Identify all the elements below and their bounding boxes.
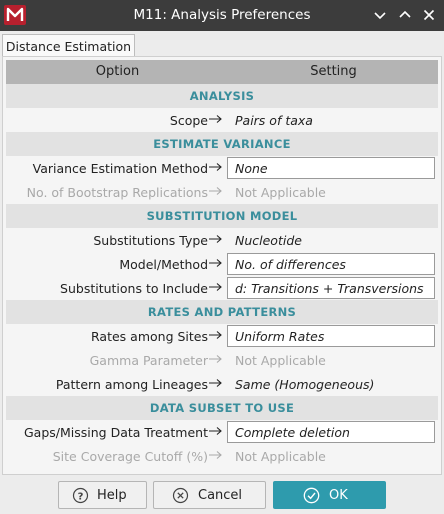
grid-header: Option Setting bbox=[6, 60, 438, 84]
cancel-label: Cancel bbox=[198, 488, 243, 503]
preferences-panel: Option Setting ANALYSIS Scope Pairs of tax… bbox=[2, 56, 442, 475]
option-row[interactable]: Substitutions to Include d: Transitions +… bbox=[6, 276, 438, 300]
arrow-right-icon bbox=[208, 256, 224, 268]
section-title: RATES AND PATTERNS bbox=[147, 305, 297, 319]
help-button[interactable]: ? Help bbox=[58, 481, 147, 509]
option-label: Scope bbox=[169, 113, 208, 128]
option-label: Gamma Parameter bbox=[89, 353, 208, 368]
minimize-button[interactable] bbox=[369, 4, 391, 26]
setting-value: None bbox=[235, 161, 268, 176]
help-icon: ? bbox=[72, 487, 89, 504]
chevron-down-icon bbox=[374, 12, 386, 20]
option-row: No. of Bootstrap Replications Not Applica… bbox=[6, 180, 438, 204]
section-title: ANALYSIS bbox=[189, 89, 255, 103]
setting-value: Nucleotide bbox=[235, 233, 302, 248]
arrow-right-icon bbox=[208, 160, 224, 172]
option-label: Model/Method bbox=[119, 257, 208, 272]
svg-text:?: ? bbox=[78, 492, 84, 503]
option-label: Variance Estimation Method bbox=[32, 161, 208, 176]
cancel-button[interactable]: Cancel bbox=[153, 481, 266, 509]
setting-value: Same (Homogeneous) bbox=[235, 377, 375, 392]
setting-field[interactable]: Complete deletion bbox=[227, 421, 435, 443]
option-label: Substitutions to Include bbox=[60, 281, 208, 296]
section-header: ESTIMATE VARIANCE bbox=[6, 132, 438, 156]
close-button[interactable] bbox=[418, 4, 440, 26]
arrow-right-icon bbox=[208, 424, 224, 436]
option-label: Rates among Sites bbox=[91, 329, 208, 344]
option-label: Substitutions Type bbox=[93, 233, 208, 248]
ok-label: OK bbox=[329, 488, 348, 503]
option-label: Pattern among Lineages bbox=[55, 377, 208, 392]
option-row[interactable]: Variance Estimation Method None bbox=[6, 156, 438, 180]
option-row[interactable]: Pattern among Lineages Same (Homogeneous) bbox=[6, 372, 438, 396]
maximize-button[interactable] bbox=[394, 4, 416, 26]
section-header: DATA SUBSET TO USE bbox=[6, 396, 438, 420]
option-label: Gaps/Missing Data Treatment bbox=[23, 425, 208, 440]
option-row[interactable]: Model/Method No. of differences bbox=[6, 252, 438, 276]
section-header: SUBSTITUTION MODEL bbox=[6, 204, 438, 228]
option-row: Site Coverage Cutoff (%) Not Applicable bbox=[6, 444, 438, 468]
ok-button[interactable]: OK bbox=[273, 481, 386, 509]
setting-field[interactable]: None bbox=[227, 157, 435, 179]
section-header: RATES AND PATTERNS bbox=[6, 300, 438, 324]
option-column-header: Option bbox=[95, 64, 140, 79]
chevron-up-icon bbox=[399, 10, 411, 18]
setting-column-header: Setting bbox=[310, 64, 357, 79]
option-row: Gamma Parameter Not Applicable bbox=[6, 348, 438, 372]
title-bar: M11: Analysis Preferences bbox=[0, 0, 444, 31]
setting-value: Complete deletion bbox=[235, 425, 350, 440]
section-title: ESTIMATE VARIANCE bbox=[153, 137, 291, 151]
setting-value: Not Applicable bbox=[235, 353, 326, 368]
tab-bar: Distance Estimation bbox=[0, 31, 444, 57]
setting-value: Pairs of taxa bbox=[235, 113, 313, 128]
arrow-right-icon bbox=[208, 280, 224, 292]
check-icon bbox=[303, 487, 320, 504]
cancel-icon bbox=[172, 487, 189, 504]
option-row[interactable]: Gaps/Missing Data Treatment Complete dele… bbox=[6, 420, 438, 444]
help-label: Help bbox=[97, 488, 127, 503]
close-icon bbox=[423, 9, 435, 21]
option-label: No. of Bootstrap Replications bbox=[26, 185, 208, 200]
option-row[interactable]: Scope Pairs of taxa bbox=[6, 108, 438, 132]
setting-value: d: Transitions + Transversions bbox=[235, 281, 424, 296]
arrow-right-icon bbox=[208, 376, 224, 388]
option-label: Site Coverage Cutoff (%) bbox=[52, 449, 208, 464]
tab-distance-estimation[interactable]: Distance Estimation bbox=[2, 34, 135, 57]
arrow-right-icon bbox=[208, 352, 224, 364]
setting-value: No. of differences bbox=[235, 257, 346, 272]
setting-field[interactable]: No. of differences bbox=[227, 253, 435, 275]
setting-field[interactable]: d: Transitions + Transversions bbox=[227, 277, 435, 299]
arrow-right-icon bbox=[208, 232, 224, 244]
section-header: ANALYSIS bbox=[6, 84, 438, 108]
section-title: DATA SUBSET TO USE bbox=[149, 401, 295, 415]
arrow-right-icon bbox=[208, 184, 224, 196]
setting-value: Not Applicable bbox=[235, 185, 326, 200]
arrow-right-icon bbox=[208, 328, 224, 340]
arrow-right-icon bbox=[208, 112, 224, 124]
option-row[interactable]: Rates among Sites Uniform Rates bbox=[6, 324, 438, 348]
option-row[interactable]: Substitutions Type Nucleotide bbox=[6, 228, 438, 252]
setting-value: Uniform Rates bbox=[235, 329, 325, 344]
arrow-right-icon bbox=[208, 448, 224, 460]
setting-value: Not Applicable bbox=[235, 449, 326, 464]
setting-field[interactable]: Uniform Rates bbox=[227, 325, 435, 347]
section-title: SUBSTITUTION MODEL bbox=[146, 209, 298, 223]
